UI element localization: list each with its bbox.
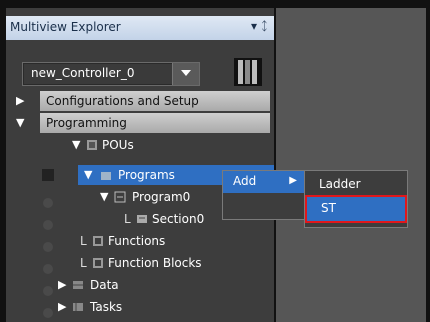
chevron-down-icon[interactable] xyxy=(172,63,199,85)
program-icon xyxy=(114,191,126,203)
functions-icon xyxy=(93,236,103,246)
menu-item-add-label: Add xyxy=(233,174,257,188)
section-configurations-label: Configurations and Setup xyxy=(46,94,199,108)
tree-item-programs-label: Programs xyxy=(118,168,175,182)
collapse-arrow-icon[interactable]: ▼ xyxy=(16,112,24,134)
section-configurations[interactable]: ▶ Configurations and Setup xyxy=(6,90,274,112)
submenu-item-ladder[interactable]: Ladder xyxy=(305,173,407,197)
submenu-item-st-label: ST xyxy=(321,201,336,215)
section-icon xyxy=(137,215,147,223)
tasks-icon xyxy=(73,303,83,311)
faint-dot-icon xyxy=(43,308,53,318)
data-icon xyxy=(73,281,83,289)
expand-arrow-icon[interactable]: ▶ xyxy=(58,296,66,318)
context-menu: Add ▶ xyxy=(222,170,306,220)
collapse-arrow-icon[interactable]: ▼ xyxy=(84,164,92,186)
tree-connector-icon: L xyxy=(80,234,87,248)
pin-icon[interactable]: ▾ ᛨ xyxy=(251,19,268,33)
faint-dot-icon xyxy=(43,220,53,230)
section-programming[interactable]: ▼ Programming xyxy=(6,112,274,134)
faint-dot-icon xyxy=(43,198,53,208)
submenu-item-st[interactable]: ST xyxy=(305,195,407,223)
collapse-arrow-icon[interactable]: ▼ xyxy=(100,186,108,208)
multiview-explorer-panel: Multiview Explorer ▾ ᛨ new_Controller_0 … xyxy=(6,8,274,322)
function-blocks-icon xyxy=(93,258,103,268)
controller-icon[interactable] xyxy=(232,56,264,88)
menu-item-add[interactable]: Add ▶ xyxy=(223,171,305,193)
add-submenu: Ladder ST xyxy=(304,170,408,228)
pou-icon xyxy=(87,140,97,150)
controller-dropdown[interactable]: new_Controller_0 xyxy=(22,62,200,86)
faint-dot-icon xyxy=(43,286,53,296)
tree-item-section0-label: Section0 xyxy=(152,212,205,226)
controller-dropdown-value: new_Controller_0 xyxy=(31,66,135,80)
expand-arrow-icon[interactable]: ▶ xyxy=(58,274,66,296)
faint-dot-icon xyxy=(43,264,53,274)
tree-item-function-blocks-label: Function Blocks xyxy=(108,256,202,270)
editor-area xyxy=(276,8,426,322)
panel-titlebar: Multiview Explorer ▾ ᛨ xyxy=(6,16,274,40)
tree-item-data-label: Data xyxy=(90,278,119,292)
tree-item-functions-label: Functions xyxy=(108,234,166,248)
tree-item-tasks-label: Tasks xyxy=(90,300,123,314)
expand-arrow-icon[interactable]: ▶ xyxy=(16,90,24,112)
controller-row: new_Controller_0 xyxy=(6,52,274,92)
tree-connector-icon: L xyxy=(124,212,131,226)
chevron-right-icon: ▶ xyxy=(289,175,297,186)
section-programming-label: Programming xyxy=(46,116,127,130)
tree-item-pous-label: POUs xyxy=(102,138,134,152)
collapse-arrow-icon[interactable]: ▼ xyxy=(72,134,80,156)
tree-item-program0-label: Program0 xyxy=(132,190,191,204)
window-frame: Multiview Explorer ▾ ᛨ new_Controller_0 … xyxy=(0,0,430,322)
tree-connector-icon: L xyxy=(80,256,87,270)
tree-item-pous[interactable]: ▼ POUs xyxy=(6,134,274,156)
submenu-item-ladder-label: Ladder xyxy=(319,177,361,191)
programs-folder-icon xyxy=(101,172,111,180)
faint-dot-icon xyxy=(43,242,53,252)
panel-title: Multiview Explorer xyxy=(10,20,121,34)
